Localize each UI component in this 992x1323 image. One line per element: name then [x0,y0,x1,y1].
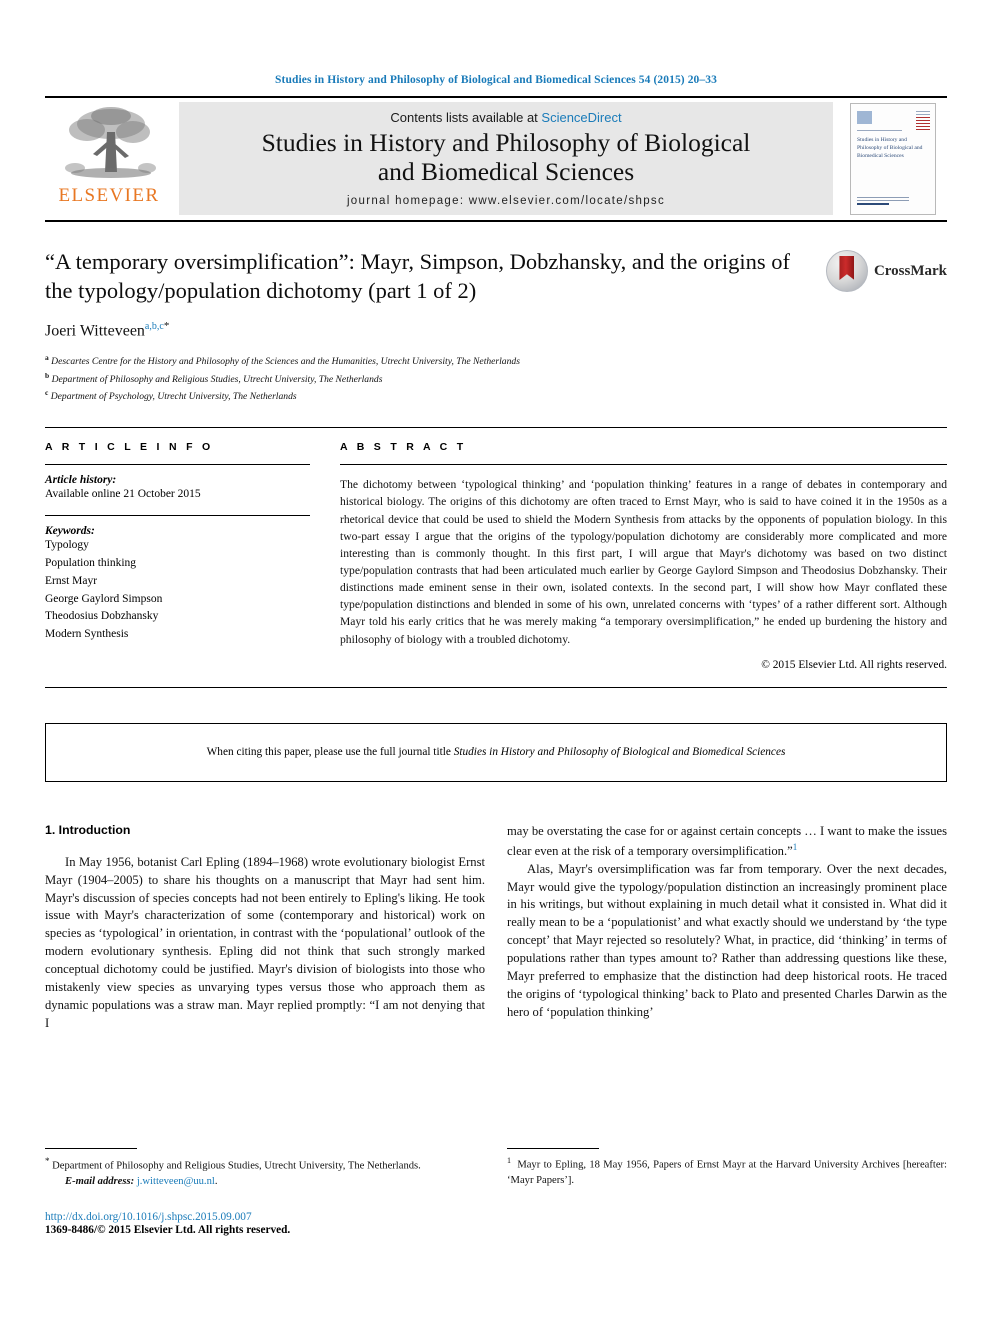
email-label: E-mail address: [65,1175,135,1187]
footnote-number: 1 [507,1156,511,1165]
corresponding-marker: * [45,1156,50,1166]
crossmark-label: CrossMark [873,262,947,279]
paragraph-text: may be overstating the case for or again… [507,823,947,858]
affiliation-text: Descartes Centre for the History and Phi… [51,356,520,368]
divider [340,464,947,466]
divider [45,464,310,466]
info-abstract-section: A R T I C L E I N F O Article history: A… [45,427,947,671]
issn-copyright-line: 1369-8486/© 2015 Elsevier Ltd. All right… [45,1224,291,1237]
affiliation-item: c Department of Psychology, Utrecht Univ… [45,387,947,405]
abstract-copyright: © 2015 Elsevier Ltd. All rights reserved… [761,658,947,671]
sciencedirect-link[interactable]: ScienceDirect [541,110,621,125]
page-title: “A temporary oversimplification”: Mayr, … [45,249,790,303]
footnote-column-right: 1 Mayr to Epling, 18 May 1956, Papers of… [507,1148,947,1236]
keyword-item: Ernst Mayr [45,574,98,587]
cover-side-marks [916,111,930,132]
corresponding-author-marker[interactable]: * [164,320,170,332]
doi-block: http://dx.doi.org/10.1016/j.shpsc.2015.0… [45,1211,485,1236]
citation-notice-box: When citing this paper, please use the f… [45,722,947,782]
citation-notice-prefix: When citing this paper, please use the f… [206,746,454,759]
cover-journal-title: Studies in History and Philosophy of Bio… [857,137,923,160]
corresponding-text: Department of Philosophy and Religious S… [52,1160,421,1172]
section-heading-introduction: 1. Introduction [45,822,131,837]
citation-notice-journal: Studies in History and Philosophy of Bio… [453,746,786,759]
paragraph: Alas, Mayr's oversimplification was far … [507,861,947,1019]
keyword-item: Population thinking [45,557,137,570]
affiliation-marker: b [45,370,50,380]
keyword-item: Typology [45,539,89,552]
footnote-text: Mayr to Epling, 18 May 1956, Papers of E… [507,1159,947,1186]
crossmark-icon [825,250,868,292]
keyword-item: Theodosius Dobzhansky [45,610,159,623]
journal-title: Studies in History and Philosophy of Bio… [261,127,751,186]
keywords-label: Keywords: [45,525,95,538]
contents-prefix: Contents lists available at [390,109,542,125]
keyword-item: George Gaylord Simpson [45,592,163,605]
journal-cover-thumbnail: Studies in History and Philosophy of Bio… [850,103,936,215]
body-column-right: may be overstating the case for or again… [507,823,947,1033]
body-column-left: 1. Introduction In May 1956, botanist Ca… [45,823,485,1033]
cover-footer-marks [857,197,909,207]
abstract-heading: A B S T R A C T [340,441,467,454]
article-info-column: A R T I C L E I N F O Article history: A… [45,441,310,671]
email-address-link[interactable]: j.witteveen@uu.nl [137,1176,215,1187]
footnote-zone: * Department of Philosophy and Religious… [45,1148,947,1236]
affiliation-item: b Department of Philosophy and Religious… [45,370,947,388]
title-block: CrossMark “A temporary oversimplificatio… [45,248,947,405]
author-line: Joeri Witteveena,b,c* [45,320,947,340]
affiliation-text: Department of Psychology, Utrecht Univer… [50,391,297,403]
doi-link[interactable]: http://dx.doi.org/10.1016/j.shpsc.2015.0… [45,1211,485,1223]
abstract-text: The dichotomy between ‘typological think… [340,478,947,646]
citation-notice-text: When citing this paper, please use the f… [207,746,786,758]
abstract-column: A B S T R A C T The dichotomy between ‘t… [340,441,947,671]
cover-publisher-mark [857,111,872,124]
elsevier-wordmark: ELSEVIER [58,185,160,206]
paragraph: may be overstating the case for or again… [507,823,947,861]
paragraph: In May 1956, botanist Carl Epling (1894–… [45,854,485,1030]
contents-lists-line: Contents lists available at ScienceDirec… [390,110,621,125]
affiliation-list: a Descartes Centre for the History and P… [45,352,947,405]
footnote-column-left: * Department of Philosophy and Religious… [45,1148,485,1236]
masthead-center: Contents lists available at ScienceDirec… [179,102,833,215]
journal-masthead: ELSEVIER Contents lists available at Sci… [45,96,947,222]
article-page: Studies in History and Philosophy of Bio… [0,0,992,1323]
affiliation-marker: a [45,352,49,362]
crossmark-badge[interactable]: CrossMark [825,250,947,292]
corresponding-author-note: * Department of Philosophy and Religious… [45,1155,485,1174]
article-history-label: Article history: [45,474,117,487]
author-affiliation-markers[interactable]: a,b,c [145,321,164,332]
keyword-item: Modern Synthesis [45,627,129,640]
footnote-ref-1[interactable]: 1 [793,842,798,852]
author-name: Joeri Witteveen [45,321,145,339]
masthead-cover: Studies in History and Philosophy of Bio… [839,98,947,220]
email-note: E-mail address: j.witteveen@uu.nl. [65,1175,218,1187]
affiliation-marker: c [45,388,49,398]
affiliation-text: Department of Philosophy and Religious S… [51,373,383,385]
footnote-rule [507,1148,599,1149]
footnote-1: 1 Mayr to Epling, 18 May 1956, Papers of… [507,1155,947,1188]
running-head: Studies in History and Philosophy of Bio… [275,74,717,86]
affiliation-item: a Descartes Centre for the History and P… [45,352,947,370]
divider [45,686,947,688]
article-info-heading: A R T I C L E I N F O [45,441,214,454]
cover-divider [857,130,902,131]
footnote-rule [45,1148,137,1149]
body-columns: 1. Introduction In May 1956, botanist Ca… [45,823,947,1033]
article-history-value: Available online 21 October 2015 [45,488,201,501]
journal-homepage[interactable]: journal homepage: www.elsevier.com/locat… [347,195,665,207]
keyword-list: Typology Population thinking Ernst Mayr … [45,537,310,643]
elsevier-logo: ELSEVIER [45,98,173,220]
elsevier-tree-icon [65,107,156,178]
divider [45,515,310,517]
